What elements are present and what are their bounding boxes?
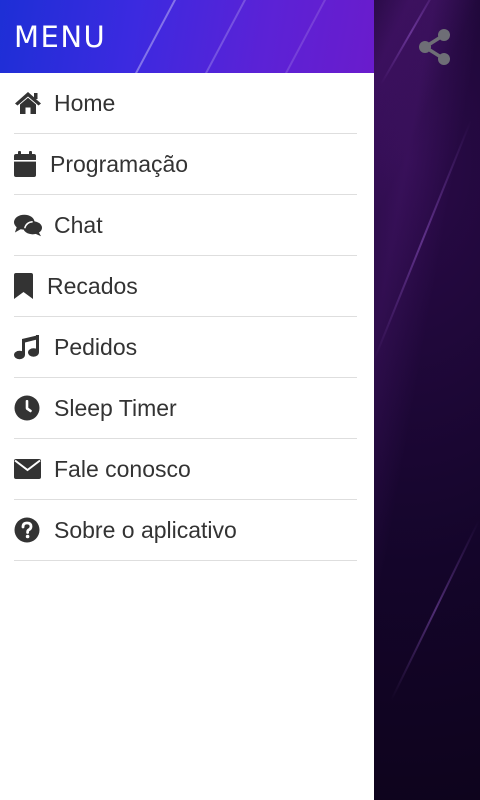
menu-item-label: Recados (47, 272, 138, 299)
menu-item-recados[interactable]: Recados (14, 256, 357, 317)
menu-item-home[interactable]: Home (14, 73, 357, 134)
menu-list: Home Programação Chat Recados Pedidos Sl… (0, 73, 374, 561)
clock-icon (14, 394, 42, 422)
drawer-header: MENU (0, 0, 374, 73)
menu-item-label: Chat (54, 211, 103, 238)
share-icon (419, 29, 450, 65)
menu-item-label: Home (54, 89, 116, 116)
menu-item-label: Sobre o aplicativo (54, 516, 237, 543)
menu-item-fale-conosco[interactable]: Fale conosco (14, 439, 357, 500)
menu-item-programacao[interactable]: Programação (14, 134, 357, 195)
menu-item-pedidos[interactable]: Pedidos (14, 317, 357, 378)
menu-item-sobre[interactable]: Sobre o aplicativo (14, 500, 357, 561)
envelope-icon (14, 455, 42, 483)
bookmark-icon (14, 272, 35, 300)
question-circle-icon (14, 516, 42, 544)
menu-item-label: Sleep Timer (54, 394, 177, 421)
drawer-title: MENU (14, 20, 107, 54)
app-screen: MENU Home Programação Chat Recados Pedid… (0, 0, 480, 800)
navigation-drawer: MENU Home Programação Chat Recados Pedid… (0, 0, 374, 800)
calendar-icon (14, 150, 38, 178)
home-icon (14, 89, 42, 117)
menu-item-chat[interactable]: Chat (14, 195, 357, 256)
menu-item-label: Programação (50, 150, 189, 177)
chat-icon (14, 211, 42, 239)
share-button[interactable] (414, 26, 456, 68)
menu-item-label: Pedidos (54, 333, 138, 360)
menu-item-sleep-timer[interactable]: Sleep Timer (14, 378, 357, 439)
music-note-icon (14, 333, 42, 361)
menu-item-label: Fale conosco (54, 455, 191, 482)
